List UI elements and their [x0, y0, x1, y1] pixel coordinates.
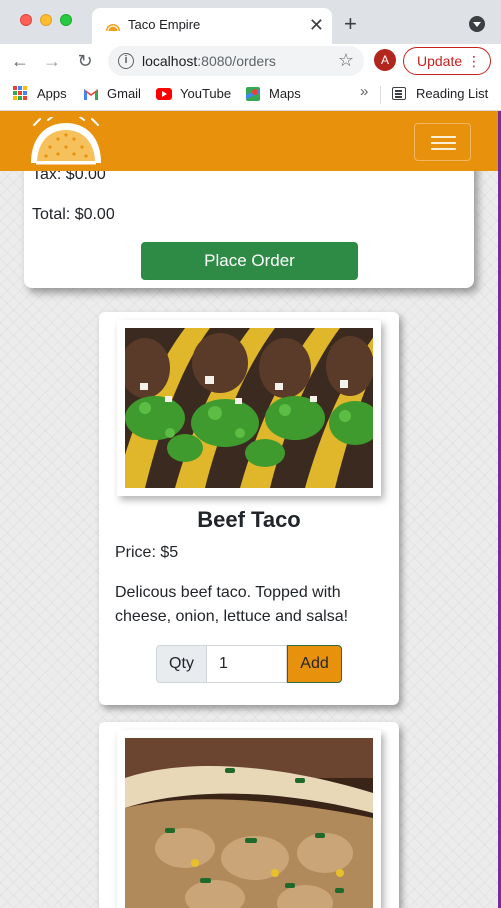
- total-text: Total: $0.00: [32, 206, 115, 223]
- taco-favicon-icon: [106, 24, 120, 32]
- browser-tab[interactable]: Taco Empire ✕: [92, 8, 332, 44]
- item-image-frame: [117, 320, 381, 496]
- qty-label: Qty: [156, 645, 207, 683]
- youtube-icon: [156, 88, 172, 100]
- bookmarks-bar: Apps Gmail YouTube Maps » Reading List: [0, 78, 501, 111]
- beef-taco-image: [125, 328, 373, 488]
- close-tab-icon[interactable]: ✕: [309, 14, 324, 36]
- navbar-toggle-button[interactable]: [414, 123, 471, 161]
- site-navbar: [0, 111, 498, 171]
- hamburger-menu-icon: [431, 136, 456, 138]
- item-name: Beef Taco: [197, 507, 301, 532]
- forward-icon[interactable]: →: [40, 49, 64, 73]
- profile-avatar[interactable]: A: [374, 49, 396, 71]
- place-order-button[interactable]: Place Order: [141, 242, 358, 280]
- tab-search-icon[interactable]: [469, 16, 485, 32]
- add-to-order-button[interactable]: Add: [287, 645, 342, 683]
- page-content: Tax: $0.00 Total: $0.00 Place Order Beef…: [0, 111, 498, 908]
- menu-item-card: [99, 722, 399, 908]
- hamburger-menu-icon: [431, 142, 456, 144]
- maximize-window-button[interactable]: [60, 14, 72, 26]
- bookmarks-overflow-icon[interactable]: »: [360, 83, 368, 100]
- quantity-input[interactable]: [207, 645, 287, 683]
- apps-grid-icon: [13, 86, 27, 100]
- bookmark-label: Apps: [37, 86, 67, 101]
- item-description: Delicous beef taco. Topped with cheese, …: [115, 584, 349, 625]
- reading-list-icon: [392, 87, 406, 100]
- maps-icon: [246, 87, 260, 101]
- url-text: localhost:8080/orders: [142, 53, 276, 69]
- beef-taco-photo: [125, 328, 373, 488]
- browser-chrome: Taco Empire ✕ + ← → ↻ i localhost:8080/o…: [0, 0, 501, 111]
- browser-toolbar: ← → ↻ i localhost:8080/orders ☆ A Update…: [0, 44, 501, 78]
- hamburger-menu-icon: [431, 148, 456, 150]
- chicken-taco-photo: [125, 738, 373, 908]
- address-bar[interactable]: i localhost:8080/orders ☆: [108, 46, 364, 76]
- taco-logo-icon[interactable]: [28, 117, 104, 167]
- minimize-window-button[interactable]: [40, 14, 52, 26]
- url-host: localhost: [142, 53, 198, 69]
- reading-list-label: Reading List: [416, 86, 489, 101]
- bookmarks-divider: [380, 86, 381, 104]
- item-image-frame: [117, 730, 381, 908]
- update-label: Update: [417, 53, 463, 69]
- more-options-icon[interactable]: ⋮: [467, 48, 481, 74]
- reload-icon[interactable]: ↻: [73, 49, 97, 73]
- chicken-taco-image: [125, 738, 373, 908]
- url-path: :8080/orders: [197, 53, 276, 69]
- gmail-icon: [84, 89, 98, 100]
- bookmark-label: Maps: [269, 86, 301, 101]
- bookmark-label: Gmail: [107, 86, 141, 101]
- back-icon[interactable]: ←: [8, 49, 32, 73]
- new-tab-icon[interactable]: +: [344, 10, 357, 38]
- item-price: Price: $5: [115, 544, 179, 561]
- title-bar: Taco Empire ✕ +: [0, 0, 501, 44]
- update-button[interactable]: Update ⋮: [403, 47, 491, 75]
- close-window-button[interactable]: [20, 14, 32, 26]
- bookmark-star-icon[interactable]: ☆: [338, 50, 354, 71]
- site-info-icon[interactable]: i: [118, 53, 134, 69]
- menu-item-card: Beef Taco Price: $5 Delicous beef taco. …: [99, 312, 399, 705]
- tab-title: Taco Empire: [128, 17, 201, 32]
- bookmark-label: YouTube: [180, 86, 232, 101]
